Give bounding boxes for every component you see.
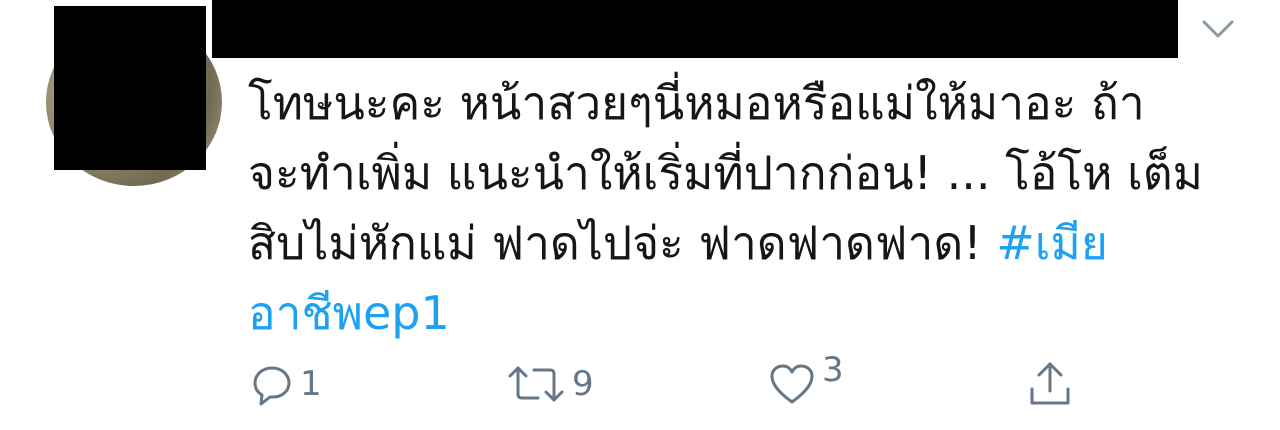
retweet-count: 9 (572, 364, 594, 404)
hashtag-link-continued[interactable]: อาชีพep1 (248, 286, 450, 340)
chevron-down-icon[interactable] (1198, 14, 1238, 44)
share-button[interactable] (1026, 356, 1074, 412)
avatar-redaction (54, 6, 206, 170)
reply-icon (250, 362, 294, 406)
hashtag-link[interactable]: #เมีย (996, 216, 1108, 270)
like-button[interactable]: 3 (768, 350, 844, 412)
tweet-line: สิบไม่หักแม่ ฟาดไปจ่ะ ฟาดฟาดฟาด! (248, 216, 997, 270)
tweet-text: โทษนะคะ หน้าสวยๆนี่หมอหรือแม่ให้มาอะ ถ้า… (248, 68, 1248, 348)
share-icon (1026, 359, 1074, 409)
username-redaction (212, 0, 1178, 58)
tweet-line: โทษนะคะ หน้าสวยๆนี่หมอหรือแม่ให้มาอะ ถ้า (248, 76, 1145, 130)
heart-icon (768, 362, 816, 406)
tweet-actions: 1 9 3 (250, 350, 1100, 412)
retweet-icon (506, 362, 566, 406)
retweet-button[interactable]: 9 (506, 356, 594, 412)
reply-button[interactable]: 1 (250, 356, 322, 412)
tweet-line: จะทำเพิ่ม แนะนำให้เริ่มที่ปากก่อน! ... โ… (248, 146, 1203, 200)
reply-count: 1 (300, 364, 322, 404)
avatar[interactable] (46, 6, 224, 186)
like-count: 3 (822, 350, 844, 390)
